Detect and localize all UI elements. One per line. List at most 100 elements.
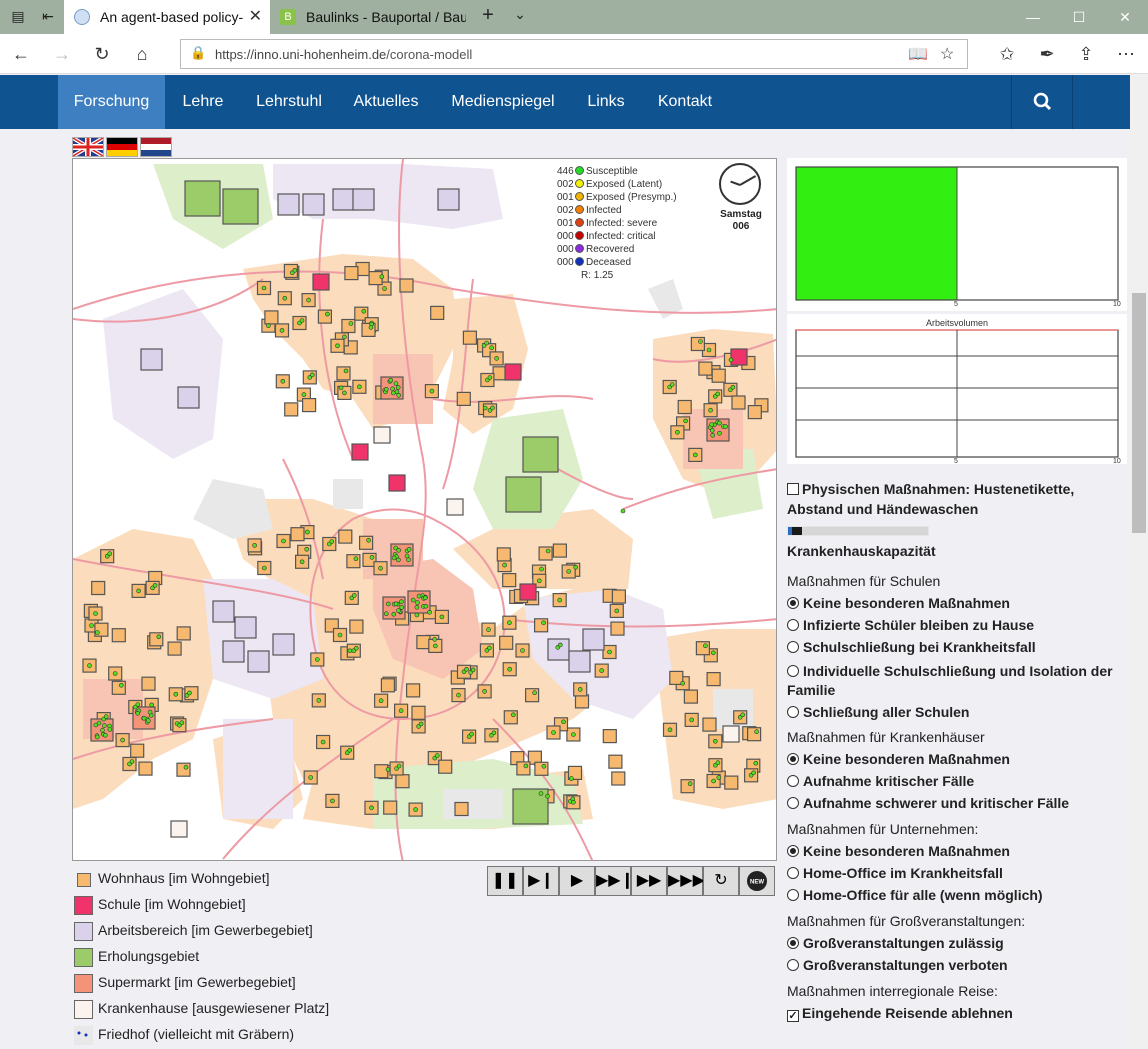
favorites-list-icon[interactable]: ✩ [995,42,1019,66]
agent [337,632,343,638]
step-button[interactable]: ▶❙ [523,866,559,896]
house [344,265,359,281]
house [456,391,471,406]
company-option-none[interactable]: Keine besonderen Maßnahmen [787,843,1127,859]
fastest-button[interactable]: ▶▶▶ [667,866,705,896]
house [359,535,374,550]
house [677,399,692,415]
simulation-canvas[interactable]: 446 Susceptible 002 Exposed (Latent) 001 Ex… [72,158,777,861]
house [462,330,477,345]
hospital [722,725,740,743]
reset-button[interactable]: ↻ [703,866,739,896]
maximize-icon[interactable]: ☐ [1056,0,1102,34]
house [406,683,421,698]
agent [507,620,512,626]
forward-icon[interactable]: → [50,42,74,66]
new-tab-icon[interactable]: + [478,4,498,26]
agent [730,385,736,390]
share-icon[interactable]: ⇪ [1074,42,1098,66]
scrollbar-thumb[interactable] [1132,293,1146,533]
tab-list-chevron-icon[interactable]: ⌄ [510,6,530,24]
nav-forschung[interactable]: Forschung [58,75,165,129]
agent [486,627,491,632]
home-icon[interactable]: ⌂ [130,42,154,66]
pause-button[interactable]: ❚❚ [487,866,523,896]
company-option-home-office-illness[interactable]: Home-Office im Krankheitsfall [787,865,1127,881]
tab-actions-icon[interactable]: ▤ [8,8,28,26]
reading-view-icon[interactable]: 📖 [908,44,928,64]
events-option-allowed[interactable]: Großveranstaltungen zulässig [787,935,1127,951]
close-tab-icon[interactable]: ✕ [249,0,262,34]
skip-day-button[interactable]: ▶▶❙ [595,866,634,896]
status-dot-icon [575,231,584,240]
checkbox-icon[interactable] [787,483,799,495]
agent [118,682,124,688]
set-aside-tabs-icon[interactable]: ⇤ [38,8,58,26]
minimize-icon[interactable]: — [1010,0,1056,34]
more-menu-icon[interactable]: ⋯ [1114,42,1138,66]
fast-forward-button[interactable]: ▶▶ [631,866,667,896]
pen-notes-icon[interactable]: ✒ [1035,42,1059,66]
chart-2-tick-10: 10 [1113,458,1121,465]
legend-swatch [77,873,91,887]
nav-links[interactable]: Links [572,75,640,129]
play-button[interactable]: ▶ [559,866,595,896]
nav-medienspiegel[interactable]: Medienspiegel [438,75,568,129]
page-scrollbar[interactable] [1130,75,1148,1049]
nav-aktuelles[interactable]: Aktuelles [340,75,432,129]
house [534,618,549,633]
flag-german-icon[interactable] [106,137,138,157]
school-option-close-all[interactable]: Schließung aller Schulen [787,704,1127,720]
agent [541,763,547,769]
house [111,628,126,643]
favorite-star-icon[interactable]: ☆ [940,44,954,64]
travel-option-reject-incoming[interactable]: ✓ Eingehende Reisende ablehnen [787,1005,1127,1022]
agent [577,687,583,692]
close-window-icon[interactable]: ✕ [1102,0,1148,34]
agent [95,630,100,635]
nav-lehrstuhl[interactable]: Lehrstuhl [243,75,335,129]
radio-icon [787,867,799,879]
house [141,676,156,691]
agent [571,732,576,737]
hospital-option-critical[interactable]: Aufnahme kritischer Fälle [787,773,1127,789]
radio-selected-icon [787,937,799,949]
events-option-banned[interactable]: Großveranstaltungen verboten [787,957,1127,973]
refresh-icon[interactable]: ↻ [90,42,114,66]
agent [149,702,154,708]
school-option-closure-on-illness[interactable]: Schulschließung bei Krankheitsfall [787,639,1127,655]
agent [692,452,698,458]
agent [129,759,135,764]
nav-lehre[interactable]: Lehre [168,75,238,129]
agent [494,356,499,361]
house [399,278,414,293]
agent [93,611,98,616]
company-option-home-office-all[interactable]: Home-Office für alle (wenn möglich) [787,887,1127,903]
house [395,774,410,789]
checkbox-checked-icon[interactable]: ✓ [787,1010,799,1022]
address-toolbar: ← → ↻ ⌂ 🔒 https://inno.uni-hohenheim.de/… [0,34,1148,74]
tab-baulinks[interactable]: B Baulinks - Bauportal / Baum [270,0,466,34]
site-search-button[interactable] [1011,75,1073,129]
agent [667,727,673,733]
house [341,318,356,334]
agent [94,734,100,740]
nav-kontakt[interactable]: Kontakt [645,75,725,129]
agent [279,328,285,333]
hospital-option-severe-critical[interactable]: Aufnahme schwerer und kritischer Fälle [787,795,1127,811]
school-option-none[interactable]: Keine besonderen Maßnahmen [787,595,1127,611]
new-simulation-button[interactable]: NEW [739,866,775,896]
school-option-individual-closure[interactable]: Individuelle Schulschließung und Isolati… [787,662,1127,700]
agent [469,731,474,737]
fastest-icon: ▶▶▶ [668,872,705,889]
house [502,573,517,588]
back-icon[interactable]: ← [9,42,33,66]
tab-corona-model[interactable]: An agent-based policy- ✕ [64,0,270,34]
school-option-infected-stay-home[interactable]: Infizierte Schüler bleiben zu Hause [787,617,1127,633]
physical-measures-checkbox[interactable]: Physischen Maßnahmen: Hustenetikette, Ab… [787,479,1127,519]
house [349,619,364,634]
url-field[interactable]: 🔒 https://inno.uni-hohenheim.de/corona-m… [180,39,968,69]
flag-dutch-icon[interactable] [140,137,172,157]
flag-english-icon[interactable] [71,136,105,158]
hospital-option-none[interactable]: Keine besonderen Maßnahmen [787,751,1127,767]
